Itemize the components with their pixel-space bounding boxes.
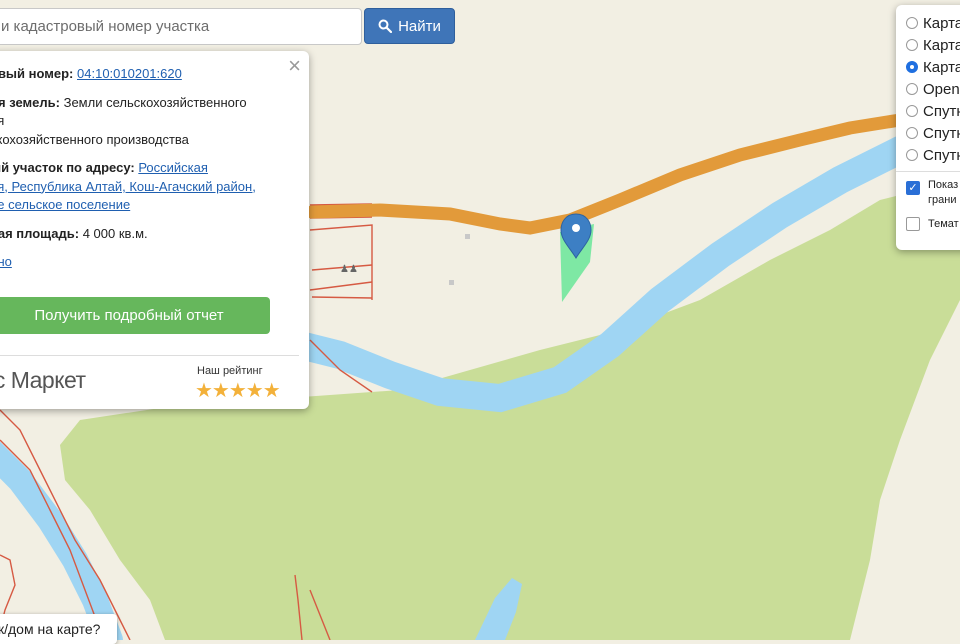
area-label: ная площадь: [0,225,80,241]
close-icon[interactable]: × [288,55,301,77]
market-logo[interactable]: кс Маркет [0,367,86,394]
rating-stars[interactable]: ★★★★★ [195,378,281,403]
cadastral-link[interactable]: 04:10:010201:620 [77,66,182,81]
layer-option-label: Спутн [923,146,960,164]
layer-option-3[interactable]: Карта [906,57,960,77]
category-row: ия земель: Земли сельскохозяйственного и… [0,94,289,150]
more-row: бно [0,253,289,272]
category-line3: скохозяйственного производства [0,131,189,147]
search-button-label: Найти [398,17,441,35]
more-details-link[interactable]: бно [0,254,12,269]
search-icon [378,19,393,33]
thematic-label: Темат [928,218,959,230]
radio-icon[interactable] [906,83,918,95]
address-link-line3[interactable]: ое сельское поселение [0,197,130,212]
radio-icon[interactable] [906,105,918,117]
parcel-info-popup: × овый номер: 04:10:010201:620 ия земель… [0,51,309,409]
cadastral-label: овый номер: [0,66,74,81]
address-link[interactable]: Российская [138,160,208,175]
address-row: ый участок по адресу: Российская ия, Рес… [0,159,289,215]
address-link-line2[interactable]: ия, Республика Алтай, Кош-Агачский район… [0,179,256,194]
layer-option-label: Карта [923,14,960,32]
layer-switcher: Карта Карта Карта Open Спутн Спутн Спутн… [896,5,960,250]
checkbox-checked-icon[interactable]: ✓ [906,181,920,195]
layer-option-label: Open [923,80,960,98]
layer-option-7[interactable]: Спутн [906,145,960,165]
area-row: ная площадь: 4 000 кв.м. [0,225,289,244]
category-value: Земли сельскохозяйственного [63,94,247,110]
get-report-button[interactable]: Получить подробный отчет [0,297,270,334]
layer-option-label: Карта [923,36,960,54]
settlement-icon: ♟♟ [340,264,358,275]
checkbox-icon[interactable] [906,217,920,231]
map-point [449,280,454,285]
cadastral-row: овый номер: 04:10:010201:620 [0,65,289,84]
address-label: ый участок по адресу: [0,160,135,175]
radio-icon[interactable] [906,39,918,51]
radio-selected-icon[interactable] [906,61,918,73]
layer-option-4[interactable]: Open [906,79,960,99]
search-input[interactable] [0,9,361,44]
layer-option-5[interactable]: Спутн [906,101,960,121]
layer-option-label: Спутн [923,124,960,142]
layer-divider [896,171,960,172]
category-label: ия земель: [0,94,60,110]
map-point [465,234,470,239]
category-line2: ия [0,113,5,128]
popup-body: овый номер: 04:10:010201:620 ия земель: … [0,65,289,282]
layer-option-label: Карта [923,58,960,76]
search-button[interactable]: Найти [364,8,455,44]
layer-option-2[interactable]: Карта [906,35,960,55]
search-field[interactable] [0,8,362,45]
popup-divider [0,355,299,356]
radio-icon[interactable] [906,149,918,161]
layer-option-1[interactable]: Карта [906,13,960,33]
layer-option-label: Спутн [923,102,960,120]
show-borders-label: Показ грани [928,179,959,206]
area-value: 4 000 кв.м. [82,225,148,241]
layer-option-6[interactable]: Спутн [906,123,960,143]
radio-icon[interactable] [906,17,918,29]
rating-label: Наш рейтинг [197,365,263,377]
radio-icon[interactable] [906,127,918,139]
